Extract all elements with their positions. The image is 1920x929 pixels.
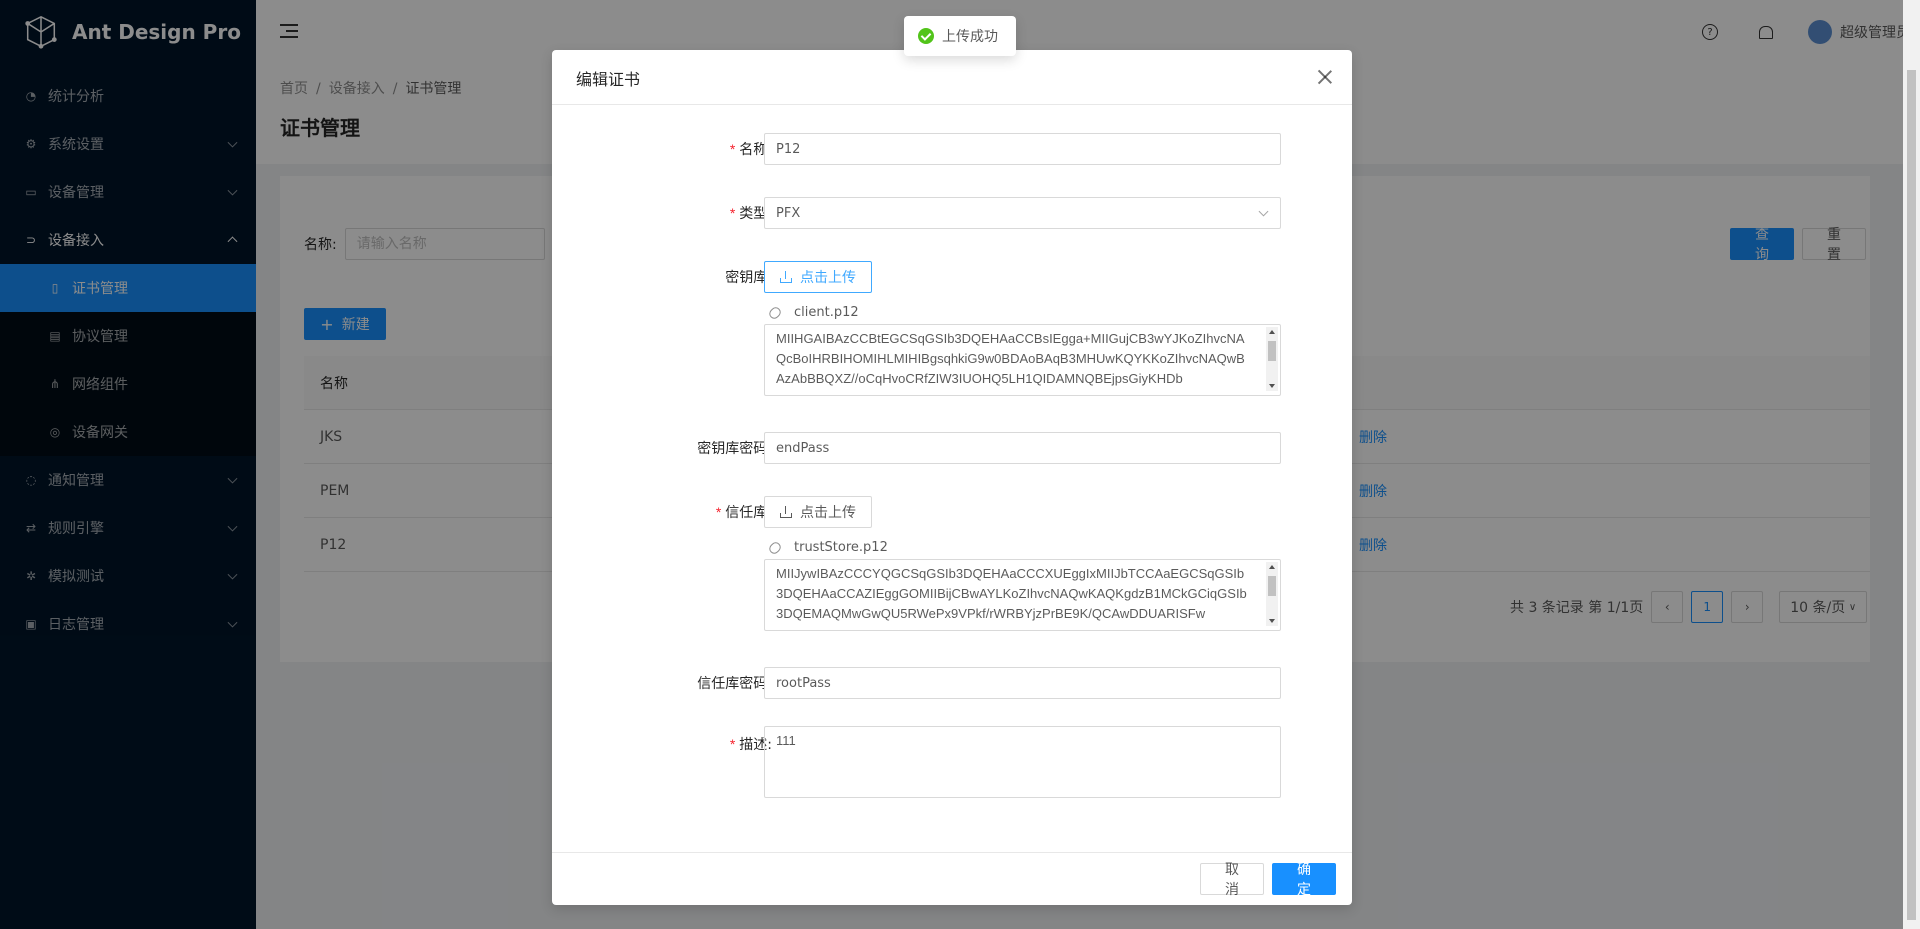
type-select-value: PFX	[764, 197, 1281, 229]
keystore-file-item[interactable]: client.p12	[764, 304, 1281, 321]
textarea-scrollbar[interactable]	[1266, 562, 1278, 626]
truststore-file-item[interactable]: trustStore.p12	[764, 539, 1281, 556]
textarea-scrollbar[interactable]	[1266, 327, 1278, 391]
upload-button-label: 点击上传	[800, 270, 856, 286]
keystore-file-name: client.p12	[794, 305, 859, 320]
field-type: *类型: PFX	[552, 197, 1352, 229]
truststore-content-textarea[interactable]: MIIJywIBAzCCCYQGCSqGSIb3DQEHAaCCCXUEggIx…	[764, 559, 1281, 631]
paperclip-icon	[767, 304, 783, 321]
toast-text: 上传成功	[942, 29, 998, 45]
upload-button-label: 点击上传	[800, 505, 856, 521]
check-circle-icon	[918, 28, 934, 44]
name-input[interactable]: P12	[764, 133, 1281, 165]
keystore-upload-button[interactable]: 点击上传	[764, 261, 872, 293]
cancel-button[interactable]: 取 消	[1200, 862, 1264, 898]
description-textarea[interactable]: 111	[764, 726, 1281, 798]
edit-certificate-modal: 编辑证书 *名称: P12 *类型: PFX 密钥库: 点击上传 client.…	[552, 50, 1352, 905]
upload-icon	[780, 506, 792, 518]
paperclip-icon	[767, 539, 783, 556]
truststore-password-label: 信任库密码:	[697, 676, 772, 692]
keystore-password-label: 密钥库密码:	[697, 441, 772, 457]
truststore-content: MIIJywIBAzCCCYQGCSqGSIb3DQEHAaCCCXUEggIx…	[776, 566, 1247, 621]
upload-icon	[780, 271, 792, 283]
ok-button[interactable]: 确 定	[1272, 862, 1336, 898]
keystore-content-textarea[interactable]: MIIHGAIBAzCCBtEGCSqGSIb3DQEHAaCCBsIEgga+…	[764, 324, 1281, 396]
truststore-password-input[interactable]: rootPass	[764, 667, 1281, 699]
keystore-content: MIIHGAIBAzCCBtEGCSqGSIb3DQEHAaCCBsIEgga+…	[776, 331, 1245, 386]
truststore-upload-button[interactable]: 点击上传	[764, 496, 872, 528]
type-select[interactable]: PFX	[764, 197, 1281, 229]
modal-footer: 取 消 确 定	[552, 852, 1352, 905]
upload-success-toast: 上传成功	[904, 16, 1016, 56]
truststore-file-name: trustStore.p12	[794, 540, 888, 555]
page-scrollbar[interactable]	[1903, 0, 1920, 929]
keystore-password-input[interactable]: endPass	[764, 432, 1281, 464]
modal-title: 编辑证书	[552, 50, 1352, 105]
close-icon[interactable]	[1316, 68, 1334, 86]
